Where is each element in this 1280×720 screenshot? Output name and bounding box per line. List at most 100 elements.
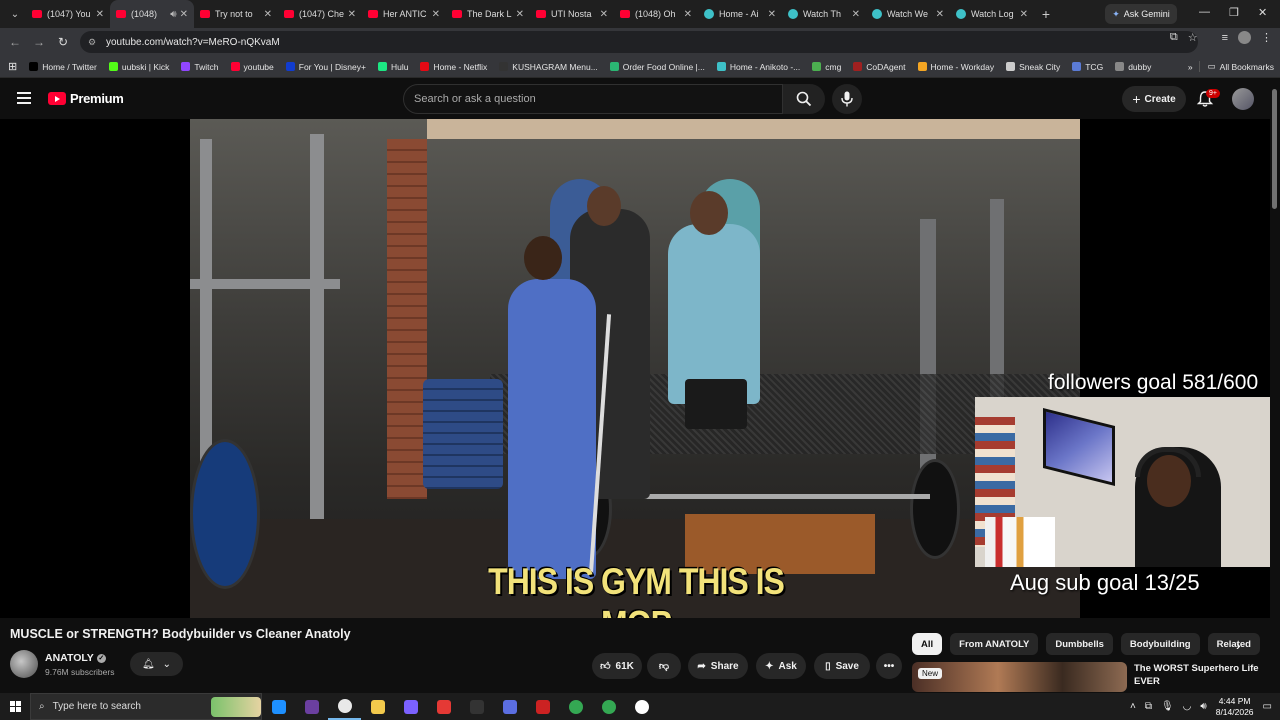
subscription-bell-button[interactable]: 🔔︎ ⌄ [130, 652, 183, 676]
minimize-icon[interactable]: — [1199, 6, 1210, 18]
taskbar-app[interactable] [328, 693, 361, 720]
bookmark-item[interactable]: KUSHAGRAM Menu... [493, 62, 604, 72]
browser-tab[interactable]: The Dark L ✕ [446, 0, 530, 28]
dislike-button[interactable]: 👎︎ [647, 653, 681, 679]
url-omnibox[interactable]: ⚙ youtube.com/watch?v=MeRO-nQKvaM [80, 31, 1198, 53]
bookmarks-overflow-icon[interactable]: » [1182, 62, 1199, 72]
forward-icon[interactable]: → [27, 35, 51, 49]
browser-tab[interactable]: Watch Log ✕ [950, 0, 1034, 28]
taskbar-app[interactable] [559, 693, 592, 720]
taskbar-app[interactable] [262, 693, 295, 720]
taskbar-app[interactable] [526, 693, 559, 720]
like-button[interactable]: 👍︎ 61K [592, 653, 642, 679]
channel-avatar[interactable] [10, 650, 38, 678]
tab-close-icon[interactable]: ✕ [348, 9, 356, 20]
bookmark-item[interactable]: uubski | Kick [103, 62, 176, 72]
youtube-logo[interactable]: Premium [48, 91, 124, 106]
tab-close-icon[interactable]: ✕ [96, 9, 104, 20]
bookmark-item[interactable]: cmg [806, 62, 847, 72]
filter-chip[interactable]: All [912, 633, 943, 655]
tab-close-icon[interactable]: ✕ [768, 9, 776, 20]
notification-center-icon[interactable]: ▭ [1263, 701, 1272, 712]
share-button[interactable]: ➦ Share [688, 653, 748, 679]
microphone-icon[interactable]: 🎙︎ [1161, 701, 1174, 712]
more-actions-button[interactable]: ••• [876, 653, 902, 679]
taskbar-search[interactable]: ⌕ Type here to search [30, 693, 262, 720]
bookmark-item[interactable]: For You | Disney+ [280, 62, 372, 72]
filter-chip[interactable]: Dumbbells [1046, 633, 1113, 655]
create-button[interactable]: + Create [1122, 86, 1186, 112]
bookmark-item[interactable]: Order Food Online |... [604, 62, 711, 72]
media-controls-icon[interactable]: ≡ [1222, 32, 1228, 44]
tab-audio-icon[interactable]: 🔊︎ [170, 9, 176, 20]
bookmark-item[interactable]: Home / Twitter [23, 62, 103, 72]
browser-tab[interactable]: Try not to ✕ [194, 0, 278, 28]
scrollbar-thumb[interactable] [1272, 89, 1277, 209]
browser-tab[interactable]: (1047) You ✕ [26, 0, 110, 28]
chevron-up-icon[interactable]: ˄ [1130, 701, 1136, 712]
tab-close-icon[interactable]: ✕ [180, 9, 188, 20]
voice-search-button[interactable] [832, 84, 862, 114]
bookmark-item[interactable]: Sneak City [1000, 62, 1066, 72]
browser-tab[interactable]: Home - Ai ✕ [698, 0, 782, 28]
tab-close-icon[interactable]: ✕ [684, 9, 692, 20]
back-icon[interactable]: ← [3, 35, 27, 49]
browser-tab[interactable]: UTI Nosta ✕ [530, 0, 614, 28]
bookmark-star-icon[interactable]: ☆ [1188, 31, 1198, 44]
clock[interactable]: 4:44 PM 8/14/2026 [1216, 696, 1254, 718]
wifi-icon[interactable]: ◡ [1183, 701, 1192, 712]
bookmark-item[interactable]: Home - Netflix [414, 62, 493, 72]
search-input[interactable]: Search or ask a question [403, 84, 783, 114]
taskbar-app[interactable] [460, 693, 493, 720]
tab-close-icon[interactable]: ✕ [936, 9, 944, 20]
filter-chip[interactable]: Related [1207, 633, 1260, 655]
bookmark-item[interactable]: Home - Workday [912, 62, 1001, 72]
video-player[interactable]: THIS IS GYM THIS IS MOP followers goal 5… [0, 119, 1270, 618]
bookmark-item[interactable]: Home - Anikoto -... [711, 62, 806, 72]
recommendation-title[interactable]: The WORST Superhero Life EVER [1134, 662, 1264, 688]
bookmark-item[interactable]: Twitch [175, 62, 224, 72]
page-scrollbar[interactable] [1270, 79, 1280, 699]
browser-tab[interactable]: (1047) Che ✕ [278, 0, 362, 28]
tab-close-icon[interactable]: ✕ [264, 9, 272, 20]
bookmark-item[interactable]: TCG [1066, 62, 1109, 72]
bookmark-item[interactable]: youtube [225, 62, 280, 72]
ask-gemini-button[interactable]: ✦ Ask Gemini [1105, 4, 1177, 24]
browser-tab[interactable]: (1048) 🔊︎ ✕ [110, 0, 194, 28]
site-info-icon[interactable]: ⚙ [88, 37, 100, 48]
tab-search-button[interactable]: ⌄ [4, 3, 26, 25]
reload-icon[interactable]: ↻ [51, 35, 75, 49]
browser-menu-icon[interactable]: ⋮ [1261, 31, 1272, 44]
network-icon[interactable]: ⧉ [1145, 701, 1152, 712]
ask-button[interactable]: ✦ Ask [756, 653, 806, 679]
volume-icon[interactable]: 🔊︎ [1200, 701, 1206, 712]
apps-grid-icon[interactable]: ⊞ [0, 60, 23, 73]
bookmark-item[interactable]: CoDAgent [847, 62, 911, 72]
channel-name-wrap[interactable]: ANATOLY ✓ [45, 652, 106, 664]
browser-tab[interactable]: Her ANTIC ✕ [362, 0, 446, 28]
taskbar-app[interactable] [493, 693, 526, 720]
bookmark-item[interactable]: Hulu [372, 62, 414, 72]
taskbar-app[interactable] [361, 693, 394, 720]
filter-chip[interactable]: Bodybuilding [1120, 633, 1200, 655]
taskbar-app[interactable] [427, 693, 460, 720]
tab-close-icon[interactable]: ✕ [600, 9, 608, 20]
all-bookmarks-button[interactable]: ▭ All Bookmarks [1198, 61, 1280, 72]
tab-close-icon[interactable]: ✕ [1020, 9, 1028, 20]
tab-close-icon[interactable]: ✕ [516, 9, 524, 20]
chevron-right-icon[interactable]: › [1236, 637, 1241, 653]
new-tab-button[interactable]: + [1034, 6, 1058, 22]
close-window-icon[interactable]: ✕ [1258, 6, 1267, 19]
taskbar-app[interactable] [295, 693, 328, 720]
browser-tab[interactable]: Watch Th ✕ [782, 0, 866, 28]
taskbar-app[interactable] [394, 693, 427, 720]
tab-close-icon[interactable]: ✕ [852, 9, 860, 20]
account-avatar[interactable] [1232, 88, 1254, 110]
save-button[interactable]: ▯ Save [814, 653, 870, 679]
start-button[interactable] [0, 693, 30, 720]
taskbar-app[interactable] [592, 693, 625, 720]
bookmark-item[interactable]: dubby [1109, 62, 1157, 72]
install-icon[interactable]: ⧉ [1170, 31, 1178, 44]
tab-close-icon[interactable]: ✕ [432, 9, 440, 20]
browser-tab[interactable]: (1048) Oh ✕ [614, 0, 698, 28]
